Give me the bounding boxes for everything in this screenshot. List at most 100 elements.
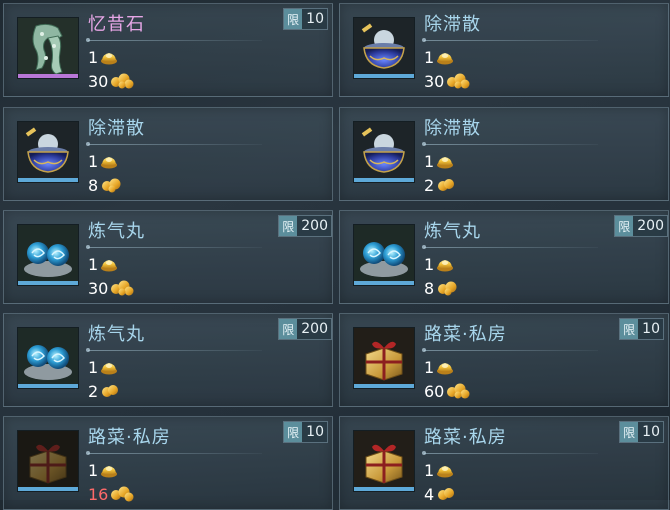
limit-count: 10: [642, 424, 660, 440]
limit-count: 10: [642, 321, 660, 337]
rarity-bar: [18, 384, 78, 388]
item-price: 8: [88, 175, 122, 195]
rarity-bar: [18, 74, 78, 78]
gold-nugget-icon: [111, 73, 134, 89]
divider: [86, 38, 262, 42]
item-quantity: 1: [424, 48, 454, 67]
item-name: 炼气丸: [88, 221, 145, 242]
shop-item-card[interactable]: 炼气丸 限 200 1 30: [3, 210, 333, 304]
rarity-bar: [354, 487, 414, 491]
shop-item-card[interactable]: 除滞散 1 2: [339, 107, 669, 201]
jade-pendant-icon: [17, 17, 79, 79]
divider: [422, 451, 598, 455]
limit-tag: 限: [279, 319, 298, 339]
rarity-bar: [354, 178, 414, 182]
shop-item-card[interactable]: 炼气丸 限 200 1 2: [3, 313, 333, 407]
rarity-bar: [18, 487, 78, 491]
item-name: 除滞散: [424, 118, 481, 139]
shop-item-grid: 忆昔石 限 10 1 30 除滞散 1 30 除滞散 1 8 除滞散 1 2 炼…: [0, 0, 670, 510]
purchase-limit-badge: 限 10: [619, 318, 664, 340]
purchase-limit-badge: 限 200: [278, 215, 332, 237]
item-price: 2: [88, 381, 120, 401]
item-price: 30: [88, 71, 134, 91]
limit-tag: 限: [615, 216, 634, 236]
rarity-bar: [354, 384, 414, 388]
limit-count: 10: [306, 424, 324, 440]
limit-tag: 限: [284, 422, 303, 442]
gold-ingot-icon: [101, 260, 118, 272]
item-price: 30: [88, 278, 134, 298]
divider: [422, 245, 598, 249]
divider: [422, 348, 598, 352]
rarity-bar: [354, 74, 414, 78]
item-price: 60: [424, 381, 470, 401]
item-quantity: 1: [424, 255, 454, 274]
divider: [86, 142, 262, 146]
divider: [86, 348, 262, 352]
purchase-limit-badge: 限 10: [283, 421, 328, 443]
gold-ingot-icon: [437, 157, 454, 169]
gold-nugget-icon: [111, 280, 134, 296]
item-quantity: 1: [88, 358, 118, 377]
gold-ingot-icon: [437, 260, 454, 272]
rarity-bar: [18, 178, 78, 182]
shop-item-card[interactable]: 除滞散 1 30: [339, 3, 669, 97]
gold-ingot-icon: [437, 466, 454, 478]
item-price: 4: [424, 484, 456, 504]
elixir-bowl-icon: [353, 121, 415, 183]
item-name: 炼气丸: [424, 221, 481, 242]
elixir-bowl-icon: [17, 121, 79, 183]
divider: [86, 245, 262, 249]
item-name: 路菜·私房: [424, 324, 507, 345]
elixir-bowl-icon: [353, 17, 415, 79]
gold-nugget-icon: [111, 486, 134, 502]
item-quantity: 1: [88, 461, 118, 480]
limit-tag: 限: [620, 422, 639, 442]
rarity-bar: [18, 281, 78, 285]
shop-item-card[interactable]: 忆昔石 限 10 1 30: [3, 3, 333, 97]
shop-item-card[interactable]: 路菜·私房 限 10 1 16: [3, 416, 333, 510]
item-name: 除滞散: [424, 14, 481, 35]
item-price: 2: [424, 175, 456, 195]
gold-nugget-icon: [102, 385, 119, 397]
gold-nugget-icon: [447, 73, 470, 89]
gift-box-icon: [353, 430, 415, 492]
item-quantity: 1: [88, 152, 118, 171]
item-price: 8: [424, 278, 458, 298]
limit-count: 200: [637, 218, 664, 234]
item-name: 忆昔石: [88, 14, 145, 35]
gold-ingot-icon: [437, 53, 454, 65]
shop-item-card[interactable]: 炼气丸 限 200 1 8: [339, 210, 669, 304]
shop-item-card[interactable]: 除滞散 1 8: [3, 107, 333, 201]
gold-nugget-icon: [102, 178, 121, 193]
gold-nugget-icon: [438, 179, 455, 191]
divider: [422, 142, 598, 146]
gift-box-icon: [17, 430, 79, 492]
item-name: 路菜·私房: [88, 427, 171, 448]
divider: [86, 451, 262, 455]
gold-ingot-icon: [101, 53, 118, 65]
qi-pill-icon: [17, 224, 79, 286]
item-quantity: 1: [88, 48, 118, 67]
purchase-limit-badge: 限 10: [283, 8, 328, 30]
shop-item-card[interactable]: 路菜·私房 限 10 1 4: [339, 416, 669, 510]
qi-pill-icon: [353, 224, 415, 286]
purchase-limit-badge: 限 10: [619, 421, 664, 443]
limit-tag: 限: [620, 319, 639, 339]
gold-nugget-icon: [447, 383, 470, 399]
shop-item-card[interactable]: 路菜·私房 限 10 1 60: [339, 313, 669, 407]
item-quantity: 1: [424, 461, 454, 480]
rarity-bar: [354, 281, 414, 285]
item-price: 30: [424, 71, 470, 91]
gold-nugget-icon: [438, 281, 457, 296]
item-quantity: 1: [424, 152, 454, 171]
limit-tag: 限: [279, 216, 298, 236]
item-quantity: 1: [88, 255, 118, 274]
item-price: 16: [88, 484, 134, 504]
purchase-limit-badge: 限 200: [278, 318, 332, 340]
gold-nugget-icon: [438, 488, 455, 500]
gold-ingot-icon: [437, 363, 454, 375]
gold-ingot-icon: [101, 363, 118, 375]
qi-pill-icon: [17, 327, 79, 389]
limit-count: 200: [301, 321, 328, 337]
